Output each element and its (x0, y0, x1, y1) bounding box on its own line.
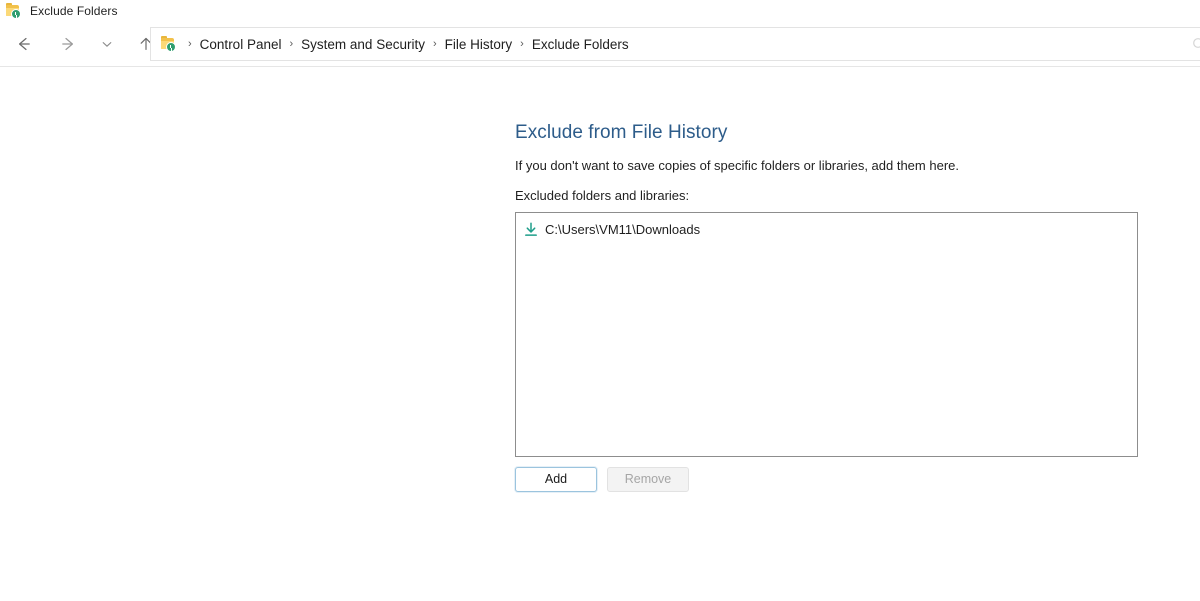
list-item-path: C:\Users\VM11\Downloads (545, 222, 700, 237)
breadcrumb-separator[interactable]: › (428, 38, 442, 50)
back-arrow-icon (15, 35, 33, 53)
exclude-folders-panel: Exclude from File History If you don't w… (515, 122, 1140, 492)
address-bar[interactable]: › Control Panel › System and Security › … (150, 27, 1200, 61)
search-box[interactable] (1191, 35, 1200, 55)
breadcrumb-separator[interactable]: › (284, 38, 298, 50)
window-title-bar: Exclude Folders (0, 0, 1200, 22)
remove-button: Remove (607, 467, 689, 492)
recent-locations-button[interactable] (96, 28, 118, 60)
chevron-down-icon (100, 37, 114, 51)
breadcrumb-item-exclude-folders[interactable]: Exclude Folders (529, 35, 632, 54)
breadcrumb-separator[interactable]: › (183, 38, 197, 50)
back-button[interactable] (8, 28, 40, 60)
action-button-row: Add Remove (515, 467, 1140, 492)
page-title: Exclude from File History (515, 122, 1140, 145)
list-item[interactable]: C:\Users\VM11\Downloads (522, 220, 1131, 240)
content-area: Exclude from File History If you don't w… (0, 67, 1200, 601)
forward-arrow-icon (59, 35, 77, 53)
downloads-icon (524, 222, 538, 237)
navigation-toolbar: › Control Panel › System and Security › … (0, 22, 1200, 67)
file-history-folder-icon (6, 3, 22, 19)
page-description: If you don't want to save copies of spec… (515, 157, 1140, 175)
forward-button[interactable] (52, 28, 84, 60)
breadcrumb-item-system-and-security[interactable]: System and Security (298, 35, 428, 54)
excluded-folders-listbox[interactable]: C:\Users\VM11\Downloads (515, 212, 1138, 457)
breadcrumb: › Control Panel › System and Security › … (183, 35, 632, 54)
breadcrumb-separator[interactable]: › (515, 38, 529, 50)
add-button[interactable]: Add (515, 467, 597, 492)
excluded-list-label: Excluded folders and libraries: (515, 187, 1140, 205)
window-title: Exclude Folders (30, 4, 118, 18)
breadcrumb-item-file-history[interactable]: File History (442, 35, 516, 54)
address-bar-file-history-folder-icon (161, 36, 177, 52)
breadcrumb-item-control-panel[interactable]: Control Panel (197, 35, 285, 54)
